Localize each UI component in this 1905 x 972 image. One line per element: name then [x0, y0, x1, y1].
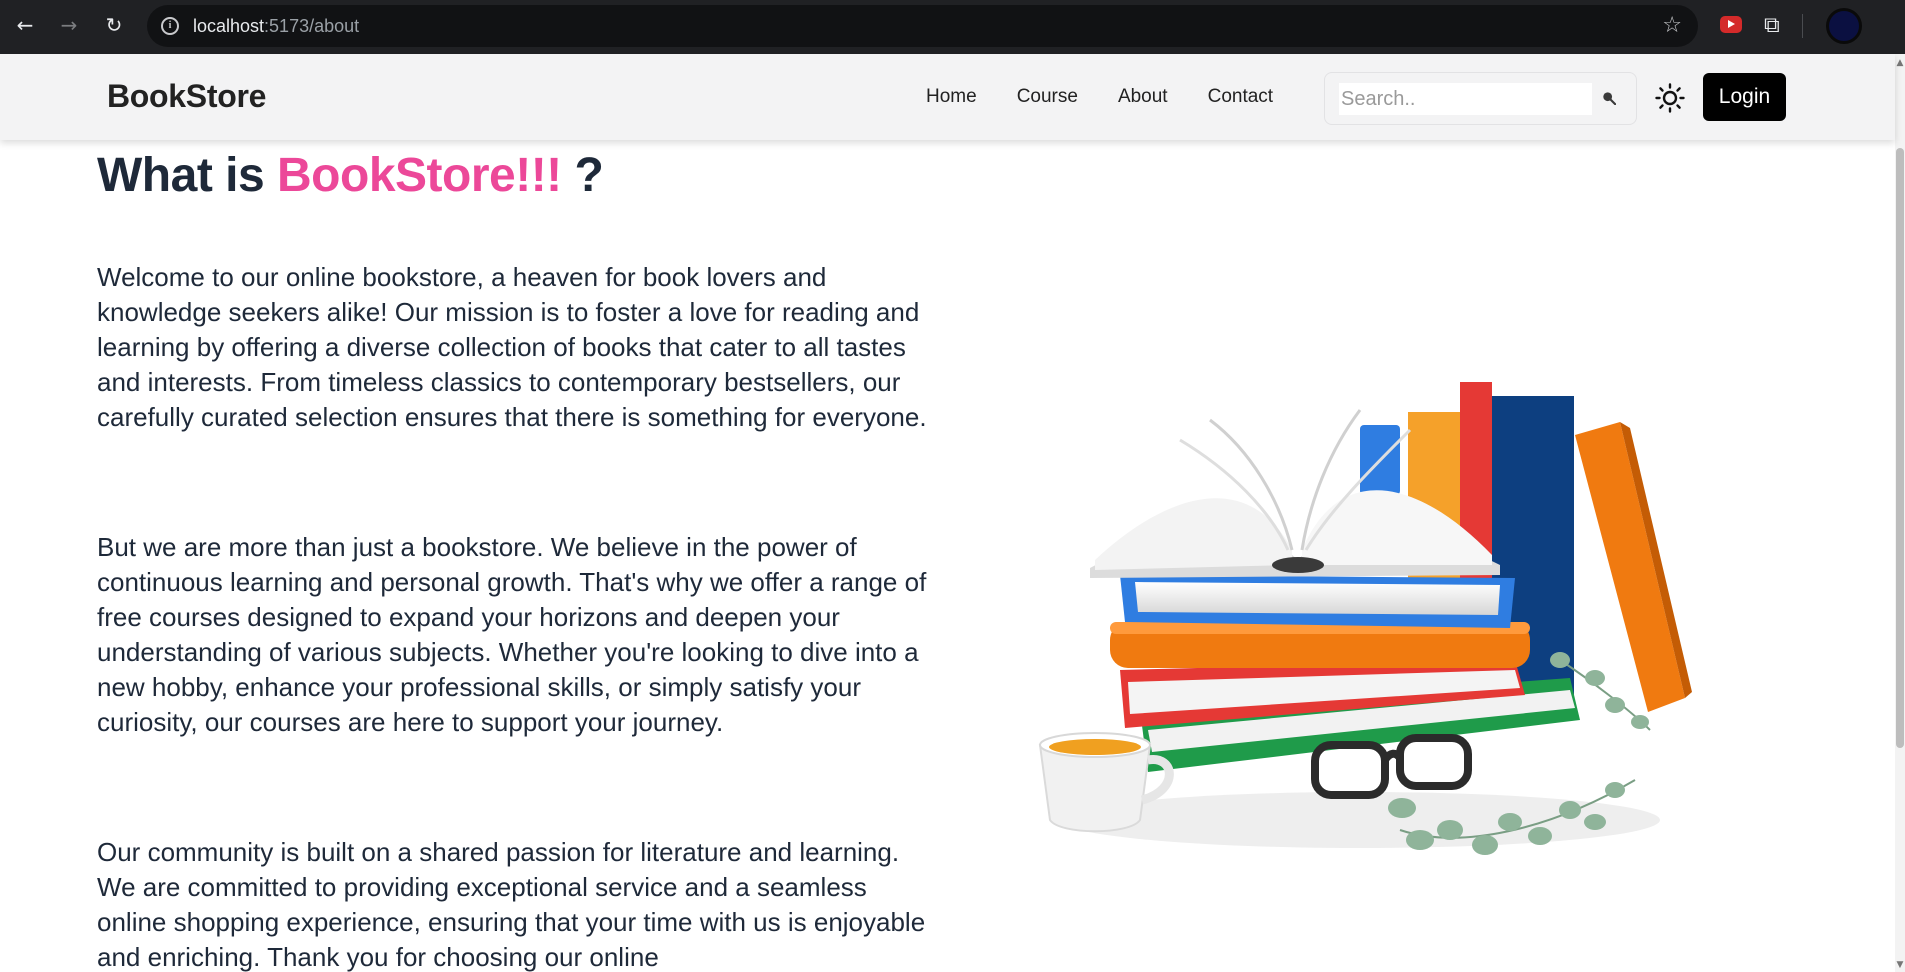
browser-toolbar: ← → ↻ i localhost:5173/about ☆ ⧉: [0, 0, 1905, 54]
url-path: :5173/about: [264, 16, 360, 36]
search-box: [1324, 72, 1637, 125]
url-text: localhost:5173/about: [193, 16, 359, 37]
page-title: What is BookStore!!! ?: [97, 148, 604, 203]
nav-menu: Home Course About Contact: [926, 86, 1313, 108]
reload-icon[interactable]: ↻: [100, 11, 128, 39]
search-input[interactable]: [1339, 83, 1592, 115]
extensions-puzzle-icon[interactable]: ⧉: [1764, 13, 1780, 38]
nav-link-course[interactable]: Course: [1017, 86, 1078, 108]
site-logo[interactable]: BookStore: [107, 78, 266, 115]
heading-brand: BookStore!!!: [277, 149, 562, 202]
about-paragraph-courses: But we are more than just a bookstore. W…: [97, 532, 927, 737]
book-spine-red: [1460, 382, 1492, 612]
site-info-icon[interactable]: i: [161, 17, 179, 35]
toolbar-divider: [1802, 14, 1803, 38]
scroll-down-icon[interactable]: ▼: [1895, 958, 1905, 972]
login-button[interactable]: Login: [1703, 73, 1786, 121]
heading-prefix: What is: [97, 149, 265, 202]
forward-icon[interactable]: →: [55, 11, 83, 39]
bookmark-star-icon[interactable]: ☆: [1662, 13, 1682, 38]
about-paragraph-welcome: Welcome to our online bookstore, a heave…: [97, 262, 927, 432]
profile-avatar[interactable]: [1826, 8, 1862, 44]
url-host: localhost: [193, 16, 265, 36]
nav-link-home[interactable]: Home: [926, 86, 977, 108]
eyeglasses-icon: [1311, 734, 1472, 799]
page-scrollbar[interactable]: ▲ ▼: [1895, 54, 1905, 972]
address-bar[interactable]: i localhost:5173/about ☆: [147, 5, 1698, 47]
nav-link-about[interactable]: About: [1118, 86, 1168, 108]
scroll-up-icon[interactable]: ▲: [1895, 56, 1905, 70]
search-icon[interactable]: [1602, 91, 1616, 105]
site-navbar: BookStore Home Course About Contact Logi…: [0, 54, 1895, 140]
nav-link-contact[interactable]: Contact: [1208, 86, 1273, 108]
about-paragraph-community: Our community is built on a shared passi…: [97, 837, 926, 972]
youtube-extension-icon[interactable]: [1720, 16, 1742, 33]
book-leaning-orange: [1575, 422, 1685, 712]
heading-suffix: ?: [574, 149, 604, 202]
back-icon[interactable]: ←: [11, 11, 39, 39]
scrollbar-thumb[interactable]: [1896, 148, 1904, 748]
theme-toggle-sun-icon[interactable]: [1655, 83, 1685, 113]
books-illustration: [1038, 382, 1692, 855]
